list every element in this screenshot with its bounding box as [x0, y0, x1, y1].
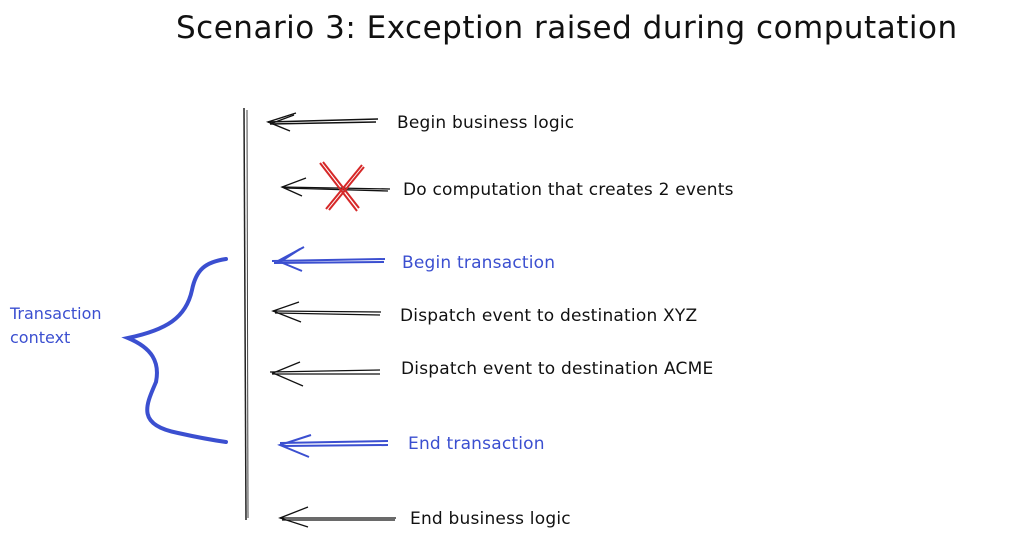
step-label-dispatch-acme: Dispatch event to destination ACME	[401, 359, 714, 379]
red-x-cross-icon	[319, 161, 365, 212]
arrow-end-business-logic	[278, 506, 396, 528]
step-label-begin-transaction: Begin transaction	[402, 253, 556, 273]
step-label-end-transaction: End transaction	[408, 434, 545, 454]
context-label-line1: Transaction	[10, 304, 102, 323]
arrow-computation	[280, 177, 391, 197]
context-label-line2: context	[10, 328, 71, 347]
arrow-dispatch-xyz	[271, 301, 382, 323]
timeline-line	[243, 107, 249, 521]
step-label-begin-business-logic: Begin business logic	[397, 113, 575, 133]
arrow-begin-business-logic	[265, 112, 379, 132]
arrow-dispatch-acme	[269, 361, 381, 387]
step-label-computation: Do computation that creates 2 events	[403, 180, 734, 200]
step-label-end-business-logic: End business logic	[410, 509, 571, 529]
transaction-context-label: Transaction context	[10, 302, 102, 350]
arrow-end-transaction	[277, 434, 389, 458]
arrow-begin-transaction	[271, 246, 386, 272]
transaction-brace	[121, 257, 228, 444]
step-label-dispatch-xyz: Dispatch event to destination XYZ	[400, 306, 698, 326]
